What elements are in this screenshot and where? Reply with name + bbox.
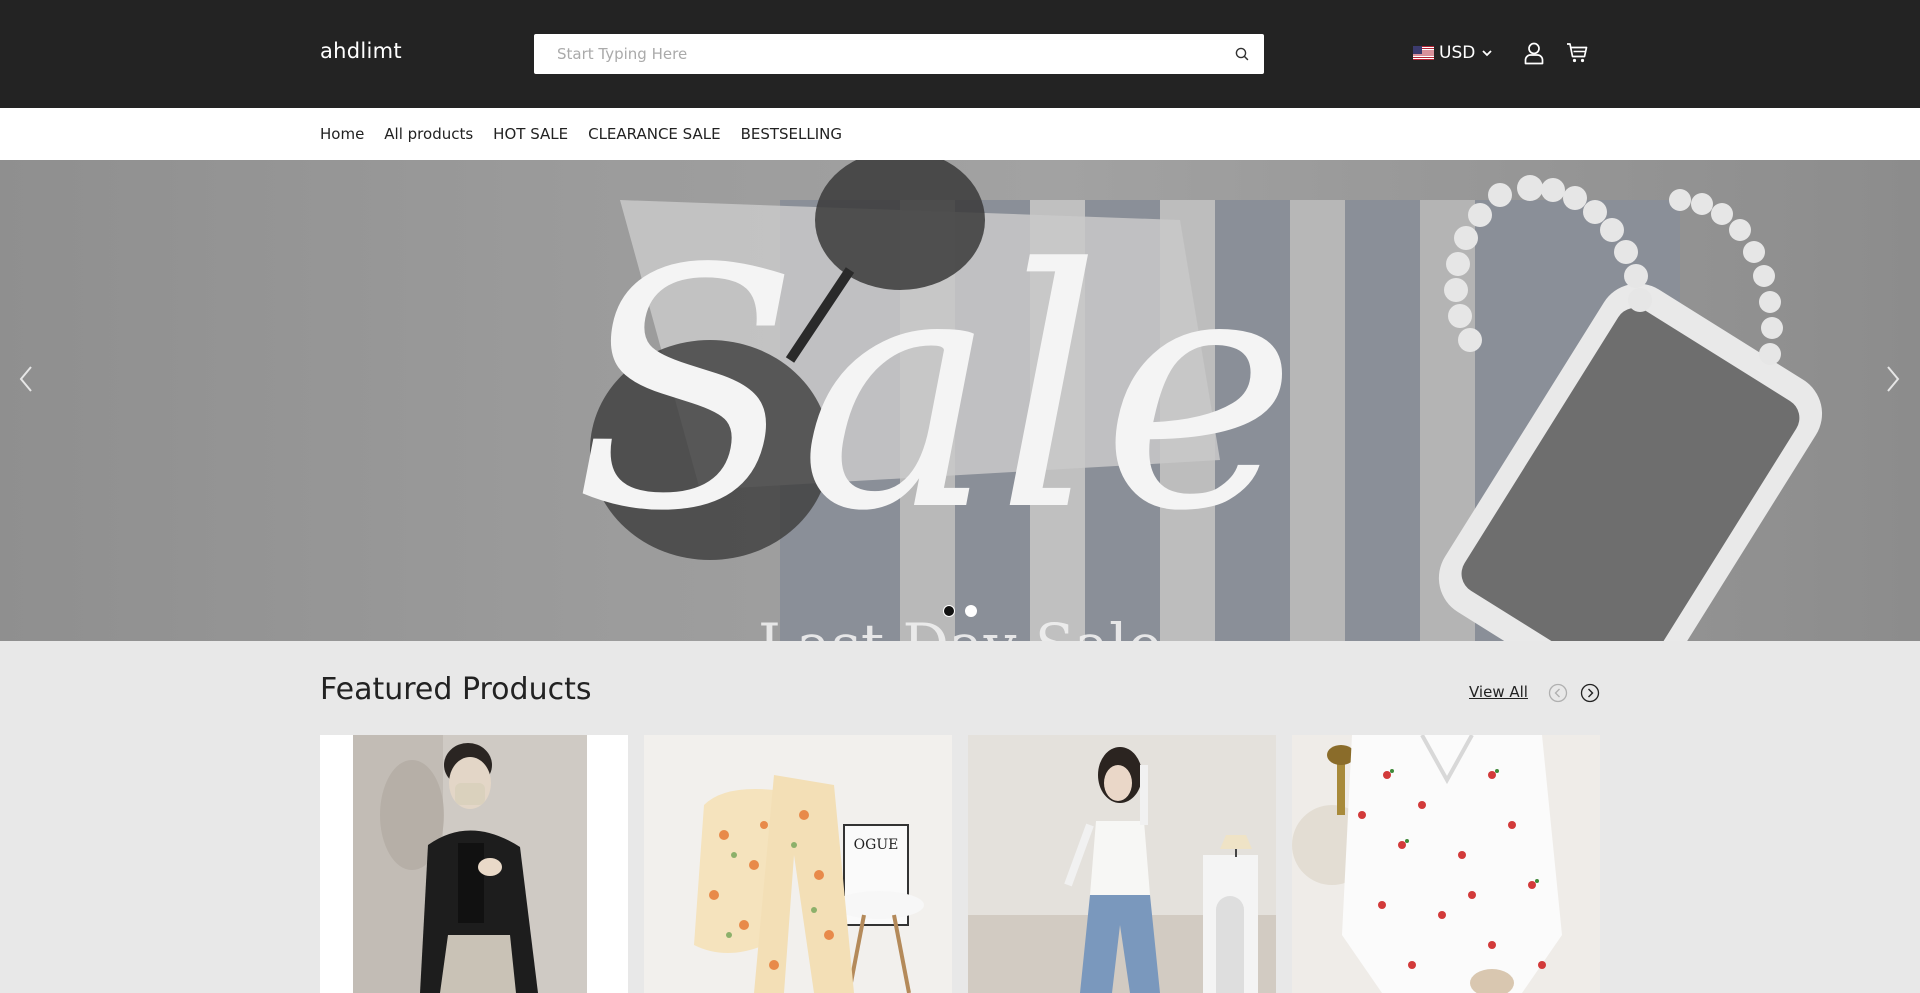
product-card-2[interactable]: OGUE xyxy=(644,735,952,993)
search-bar xyxy=(534,34,1264,74)
nav-clearance-sale[interactable]: CLEARANCE SALE xyxy=(588,125,720,143)
hero-background-image: Sale Last Day Sale xyxy=(573,160,1823,641)
user-icon[interactable] xyxy=(1523,41,1545,65)
product-image-4 xyxy=(1292,735,1600,993)
carousel-next-icon[interactable] xyxy=(1883,364,1903,394)
view-all-link[interactable]: View All xyxy=(1469,683,1528,701)
nav-bestselling[interactable]: BESTSELLING xyxy=(741,125,842,143)
product-image-3 xyxy=(968,735,1276,993)
product-image-1 xyxy=(353,735,587,993)
featured-products-title: Featured Products xyxy=(320,672,592,707)
chevron-down-icon xyxy=(1482,50,1492,57)
nav-all-products[interactable]: All products xyxy=(384,125,473,143)
store-logo[interactable]: ahdlimt xyxy=(320,39,402,63)
search-icon[interactable] xyxy=(1234,46,1250,62)
cart-icon[interactable] xyxy=(1566,42,1588,64)
search-input[interactable] xyxy=(534,34,1224,74)
hero-banner[interactable]: Sale Last Day Sale xyxy=(0,160,1920,641)
nav-home[interactable]: Home xyxy=(320,125,364,143)
product-image-2: OGUE xyxy=(694,775,924,993)
featured-prev-icon[interactable] xyxy=(1548,683,1568,703)
flag-us-icon xyxy=(1413,46,1434,60)
nav-hot-sale[interactable]: HOT SALE xyxy=(493,125,568,143)
carousel-dot-1[interactable] xyxy=(943,605,955,617)
featured-next-icon[interactable] xyxy=(1580,683,1600,703)
svg-text:OGUE: OGUE xyxy=(854,837,899,853)
carousel-prev-icon[interactable] xyxy=(16,364,36,394)
product-card-3[interactable] xyxy=(968,735,1276,993)
currency-selector[interactable]: USD xyxy=(1413,40,1493,66)
carousel-dot-2[interactable] xyxy=(965,605,977,617)
product-card-4[interactable] xyxy=(1292,735,1600,993)
currency-label: USD xyxy=(1439,43,1476,63)
hero-subline: Last Day Sale xyxy=(758,611,1162,641)
hero-headline: Sale xyxy=(573,199,1297,583)
product-card-1[interactable] xyxy=(320,735,628,993)
main-nav: Home All products HOT SALE CLEARANCE SAL… xyxy=(0,108,1920,160)
top-header: ahdlimt USD xyxy=(0,0,1920,108)
